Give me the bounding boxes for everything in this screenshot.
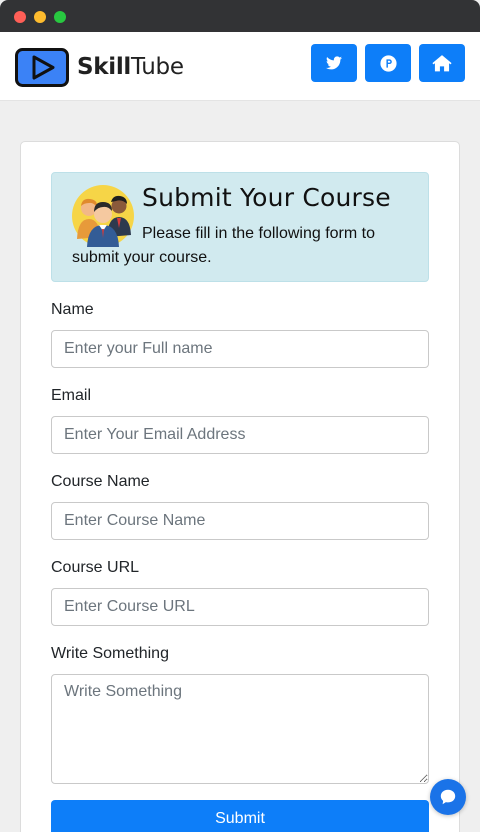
- window-close-button[interactable]: [14, 11, 26, 23]
- navbar: SkillTube: [0, 32, 480, 101]
- home-button[interactable]: [419, 44, 465, 82]
- submit-course-card: Submit Your Course Please fill in the fo…: [20, 141, 460, 832]
- submit-button[interactable]: Submit: [51, 800, 429, 832]
- twitter-icon: [326, 56, 342, 70]
- name-input[interactable]: [51, 330, 429, 368]
- email-input[interactable]: [51, 416, 429, 454]
- producthunt-icon: [379, 54, 397, 72]
- message-label: Write Something: [51, 645, 169, 662]
- page-title: Submit Your Course: [142, 183, 391, 212]
- window-maximize-button[interactable]: [54, 11, 66, 23]
- brand-name-regular: Tube: [131, 54, 184, 80]
- intro-text: Please fill in the following form to sub…: [72, 225, 375, 266]
- course-url-label: Course URL: [51, 559, 140, 576]
- brand-name-bold: Skill: [77, 54, 132, 80]
- email-label: Email: [51, 387, 92, 404]
- intro-panel: Submit Your Course Please fill in the fo…: [51, 172, 429, 282]
- brand-name: SkillTube: [77, 54, 184, 80]
- chat-bubble-icon: [440, 789, 456, 805]
- name-label: Name: [51, 301, 94, 318]
- twitter-button[interactable]: [311, 44, 357, 82]
- brand-link[interactable]: SkillTube: [15, 47, 184, 87]
- window-titlebar: [0, 0, 480, 32]
- course-name-label: Course Name: [51, 473, 150, 490]
- course-url-input[interactable]: [51, 588, 429, 626]
- window-minimize-button[interactable]: [34, 11, 46, 23]
- play-icon: [15, 47, 69, 87]
- course-name-input[interactable]: [51, 502, 429, 540]
- message-textarea[interactable]: [51, 674, 429, 784]
- chat-button[interactable]: [430, 779, 466, 815]
- producthunt-button[interactable]: [365, 44, 411, 82]
- home-icon: [432, 54, 452, 71]
